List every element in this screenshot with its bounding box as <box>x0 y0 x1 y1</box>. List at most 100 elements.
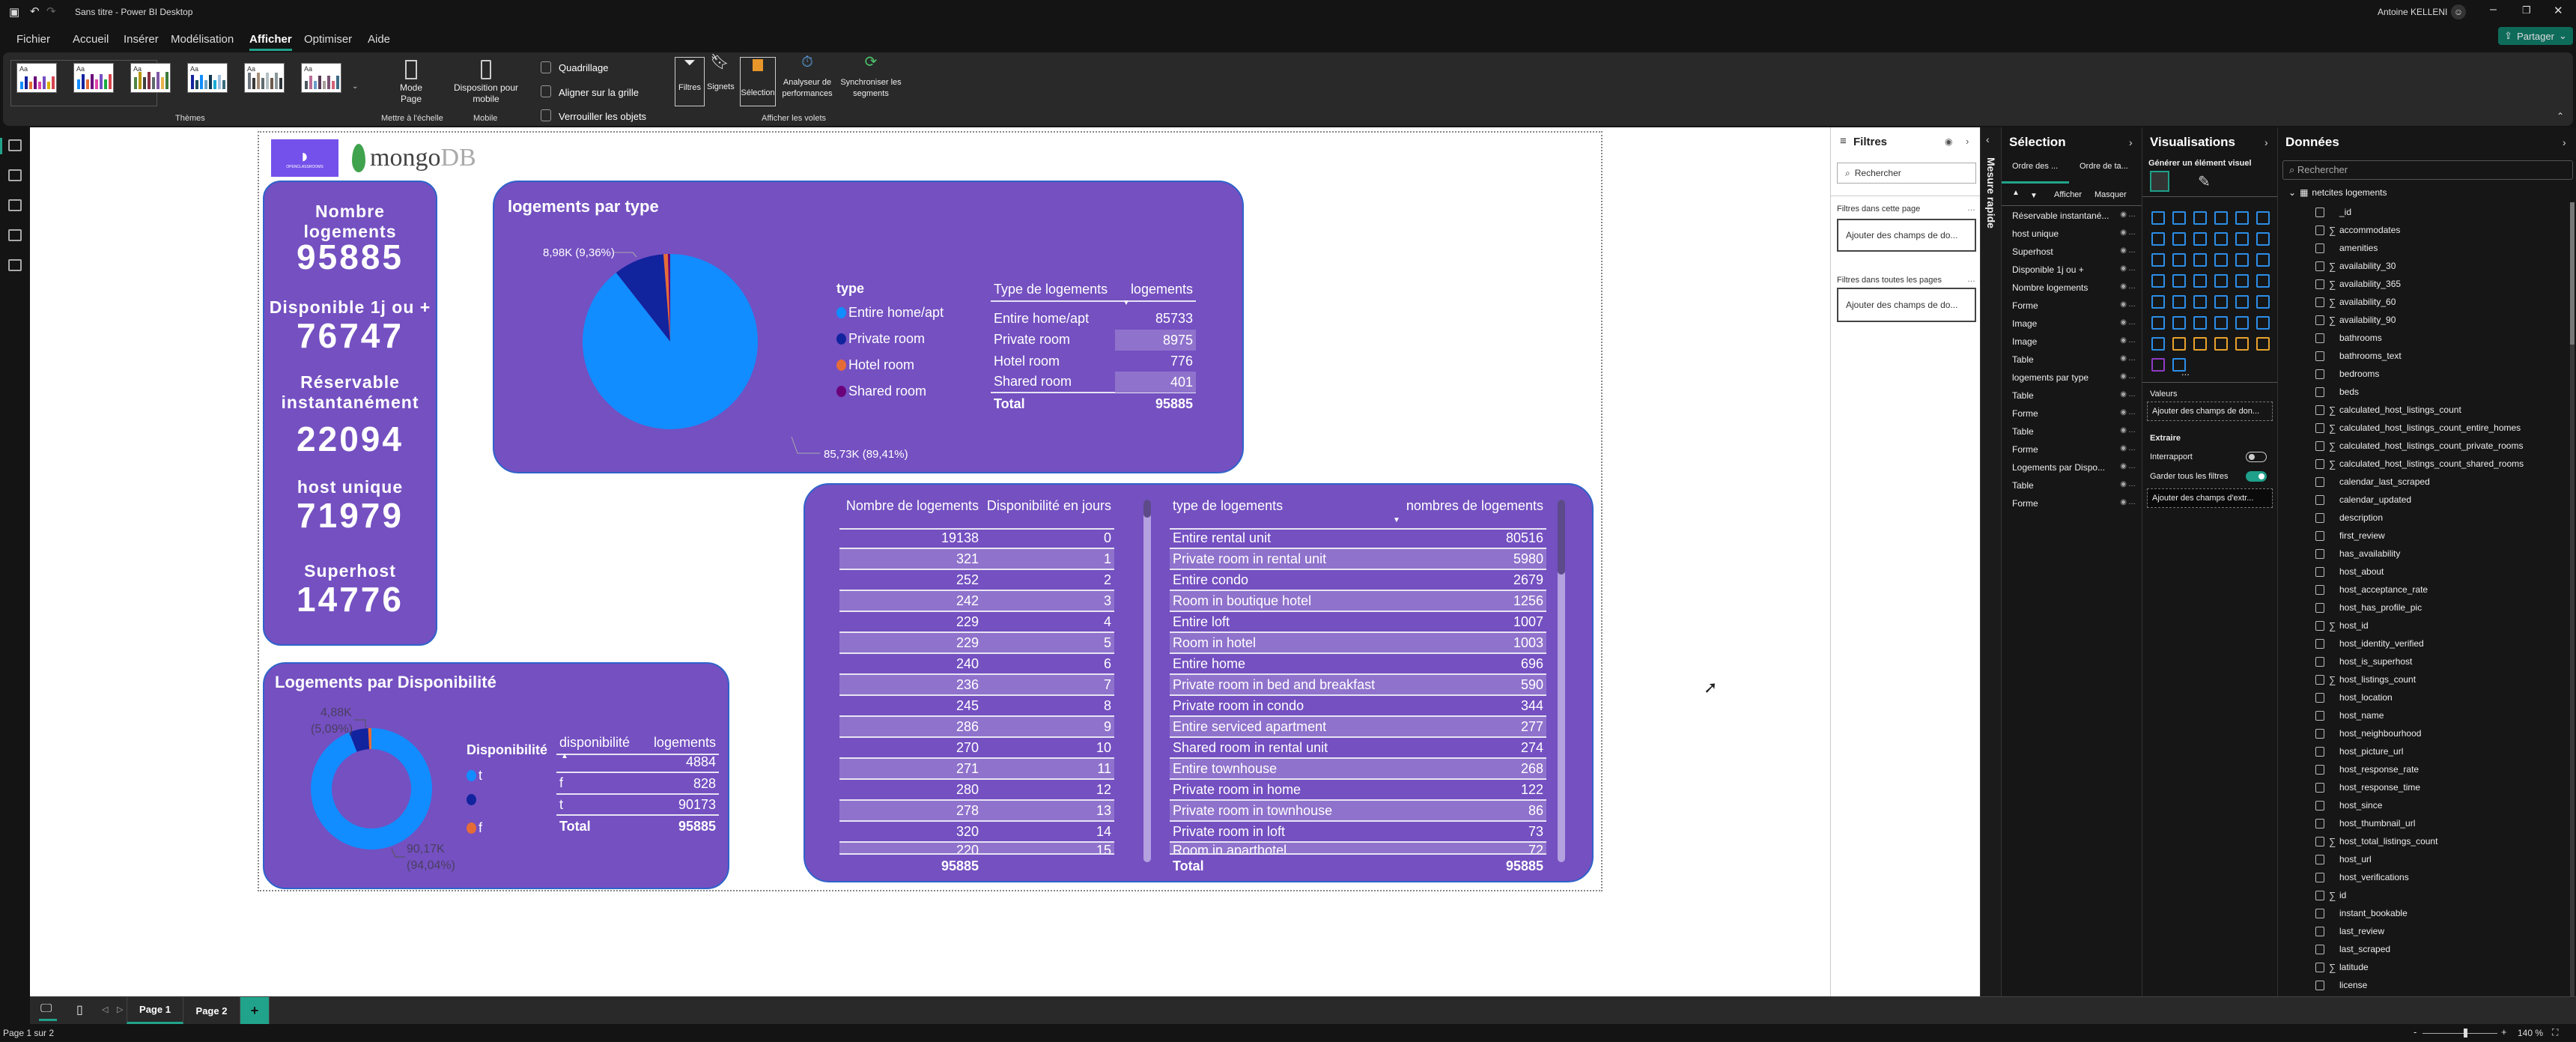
field-checkbox[interactable] <box>2315 369 2324 379</box>
avatar-icon[interactable]: ☺ <box>2451 4 2466 19</box>
table-row[interactable]: 280 12 <box>839 780 1114 801</box>
add-filter-page-well[interactable]: Ajouter des champs de do... <box>1837 219 1976 252</box>
field-item[interactable]: ∑ latitude <box>2315 960 2369 975</box>
visual-type-icon[interactable] <box>2214 232 2228 246</box>
collapse-viz-icon[interactable]: › <box>2264 136 2268 148</box>
table-row[interactable]: Private room in loft 73 <box>1170 822 1546 843</box>
more-visuals-button[interactable]: ... <box>2181 366 2190 378</box>
visual-type-icon[interactable] <box>2151 274 2165 288</box>
tab-layer-order[interactable]: Ordre des ... <box>2012 162 2058 171</box>
visual-type-icon[interactable] <box>2193 337 2207 351</box>
table-row[interactable]: 240 6 <box>839 654 1114 675</box>
menu-modelisation[interactable]: Modélisation <box>171 33 234 46</box>
field-checkbox[interactable] <box>2315 458 2324 469</box>
drillthrough-well[interactable]: Ajouter des champs d'extr... <box>2147 488 2273 508</box>
field-item[interactable]: host_has_profile_pic <box>2315 600 2422 615</box>
selection-item[interactable]: Image ◉… <box>2012 318 2136 329</box>
field-checkbox[interactable] <box>2315 692 2324 703</box>
field-item[interactable]: last_scraped <box>2315 942 2390 957</box>
more-options-icon[interactable]: … <box>2128 372 2136 381</box>
field-item[interactable]: host_acceptance_rate <box>2315 582 2428 597</box>
table-row[interactable]: Private room 8975 <box>991 329 1196 351</box>
menu-inserer[interactable]: Insérer <box>124 33 159 46</box>
table-row[interactable]: Shared room in rental unit 274 <box>1170 738 1546 759</box>
more-options-icon[interactable]: … <box>2128 264 2136 273</box>
field-item[interactable]: amenities <box>2315 240 2378 255</box>
more-options-icon[interactable]: … <box>2128 462 2136 470</box>
visual-type-icon[interactable] <box>2172 274 2186 288</box>
data-search-input[interactable]: ⌕ Rechercher <box>2282 160 2573 180</box>
field-item[interactable]: host_response_rate <box>2315 762 2419 777</box>
column-header[interactable]: Disponibilité en jours <box>982 498 1114 514</box>
selection-item[interactable]: Table ◉… <box>2012 480 2136 491</box>
eye-icon[interactable]: ◉ <box>2120 372 2127 381</box>
report-view-icon[interactable] <box>8 139 22 151</box>
table-row[interactable]: Room in boutique hotel 1256 <box>1170 591 1546 612</box>
cross-report-toggle[interactable] <box>2246 452 2267 462</box>
field-checkbox[interactable] <box>2315 405 2324 415</box>
table-row[interactable]: Entire townhouse 268 <box>1170 759 1546 780</box>
snap-grid-checkbox[interactable] <box>541 85 551 97</box>
minimize-icon[interactable]: – <box>2490 3 2497 16</box>
zoom-in-button[interactable]: + <box>2501 1026 2507 1038</box>
visual-type-icon[interactable] <box>2256 253 2270 267</box>
zoom-slider[interactable] <box>2422 1033 2497 1034</box>
legend-item[interactable]: Hotel room <box>836 357 914 373</box>
visual-type-icon[interactable] <box>2172 316 2186 330</box>
more-options-icon[interactable]: … <box>2128 354 2136 363</box>
eye-icon[interactable]: ◉ <box>2120 480 2127 488</box>
legend-item[interactable] <box>467 794 479 805</box>
visual-type-icon[interactable] <box>2193 295 2207 309</box>
field-item[interactable]: description <box>2315 510 2383 525</box>
page-tab-2[interactable]: Page 2 <box>183 997 240 1024</box>
table-row[interactable]: 229 4 <box>839 612 1114 633</box>
visual-type-icon[interactable] <box>2151 316 2165 330</box>
field-checkbox[interactable] <box>2315 243 2324 253</box>
field-checkbox[interactable] <box>2315 333 2324 343</box>
field-item[interactable]: ∑ host_id <box>2315 618 2369 633</box>
eye-icon[interactable]: ◉ <box>2120 444 2127 452</box>
move-up-icon[interactable]: ▲ <box>2012 189 2020 197</box>
table-row[interactable]: Private room in bed and breakfast 590 <box>1170 675 1546 696</box>
selection-item[interactable]: Table ◉… <box>2012 390 2136 401</box>
field-item[interactable]: ∑ host_listings_count <box>2315 672 2416 687</box>
field-checkbox[interactable] <box>2315 440 2324 451</box>
table-row[interactable]: 271 11 <box>839 759 1114 780</box>
visual-type-icon[interactable] <box>2256 232 2270 246</box>
table-row[interactable]: Room in aparthotel 72 <box>1170 843 1546 855</box>
table-row[interactable]: 252 2 <box>839 570 1114 591</box>
field-item[interactable]: host_location <box>2315 690 2393 705</box>
visual-type-icon[interactable] <box>2256 211 2270 225</box>
eye-icon[interactable]: ◉ <box>2120 336 2127 345</box>
field-item[interactable]: first_review <box>2315 528 2385 543</box>
selection-item[interactable]: Table ◉… <box>2012 426 2136 437</box>
field-item[interactable]: ∑ calculated_host_listings_count <box>2315 402 2461 417</box>
hide-all-button[interactable]: Masquer <box>2094 190 2127 199</box>
visual-type-icon[interactable] <box>2151 211 2165 225</box>
field-checkbox[interactable] <box>2315 602 2324 613</box>
eye-icon[interactable]: ◉ <box>2120 300 2127 309</box>
field-item[interactable]: calendar_last_scraped <box>2315 474 2430 489</box>
visual-type-icon[interactable] <box>2172 295 2186 309</box>
column-header[interactable]: disponibilité <box>556 735 640 751</box>
field-item[interactable]: host_name <box>2315 708 2384 723</box>
mobile-layout-icon[interactable]: ▯ <box>76 1002 83 1017</box>
table-row[interactable]: 4884 <box>556 752 719 773</box>
visual-type-icon[interactable] <box>2193 316 2207 330</box>
collapse-selection-icon[interactable]: › <box>2129 136 2133 148</box>
field-checkbox[interactable] <box>2315 836 2324 846</box>
selection-item[interactable]: Forme ◉… <box>2012 408 2136 419</box>
field-checkbox[interactable] <box>2315 710 2324 721</box>
selection-item[interactable]: Superhost ◉… <box>2012 246 2136 257</box>
theme-swatch[interactable]: Aa <box>187 63 228 93</box>
field-item[interactable]: ∑ calculated_host_listings_count_shared_r… <box>2315 456 2524 471</box>
table-row[interactable]: 278 13 <box>839 801 1114 822</box>
field-item[interactable]: host_since <box>2315 798 2382 813</box>
themes-expand-icon[interactable]: ⌄ <box>352 82 358 91</box>
field-checkbox[interactable] <box>2315 279 2324 289</box>
visual-type-icon[interactable] <box>2151 337 2165 351</box>
field-checkbox[interactable] <box>2315 908 2324 918</box>
desktop-layout-icon[interactable]: 🖵︎ <box>40 1002 52 1016</box>
next-page-icon[interactable]: ▷ <box>117 1005 123 1014</box>
undo-icon[interactable]: ↶ <box>30 4 40 18</box>
